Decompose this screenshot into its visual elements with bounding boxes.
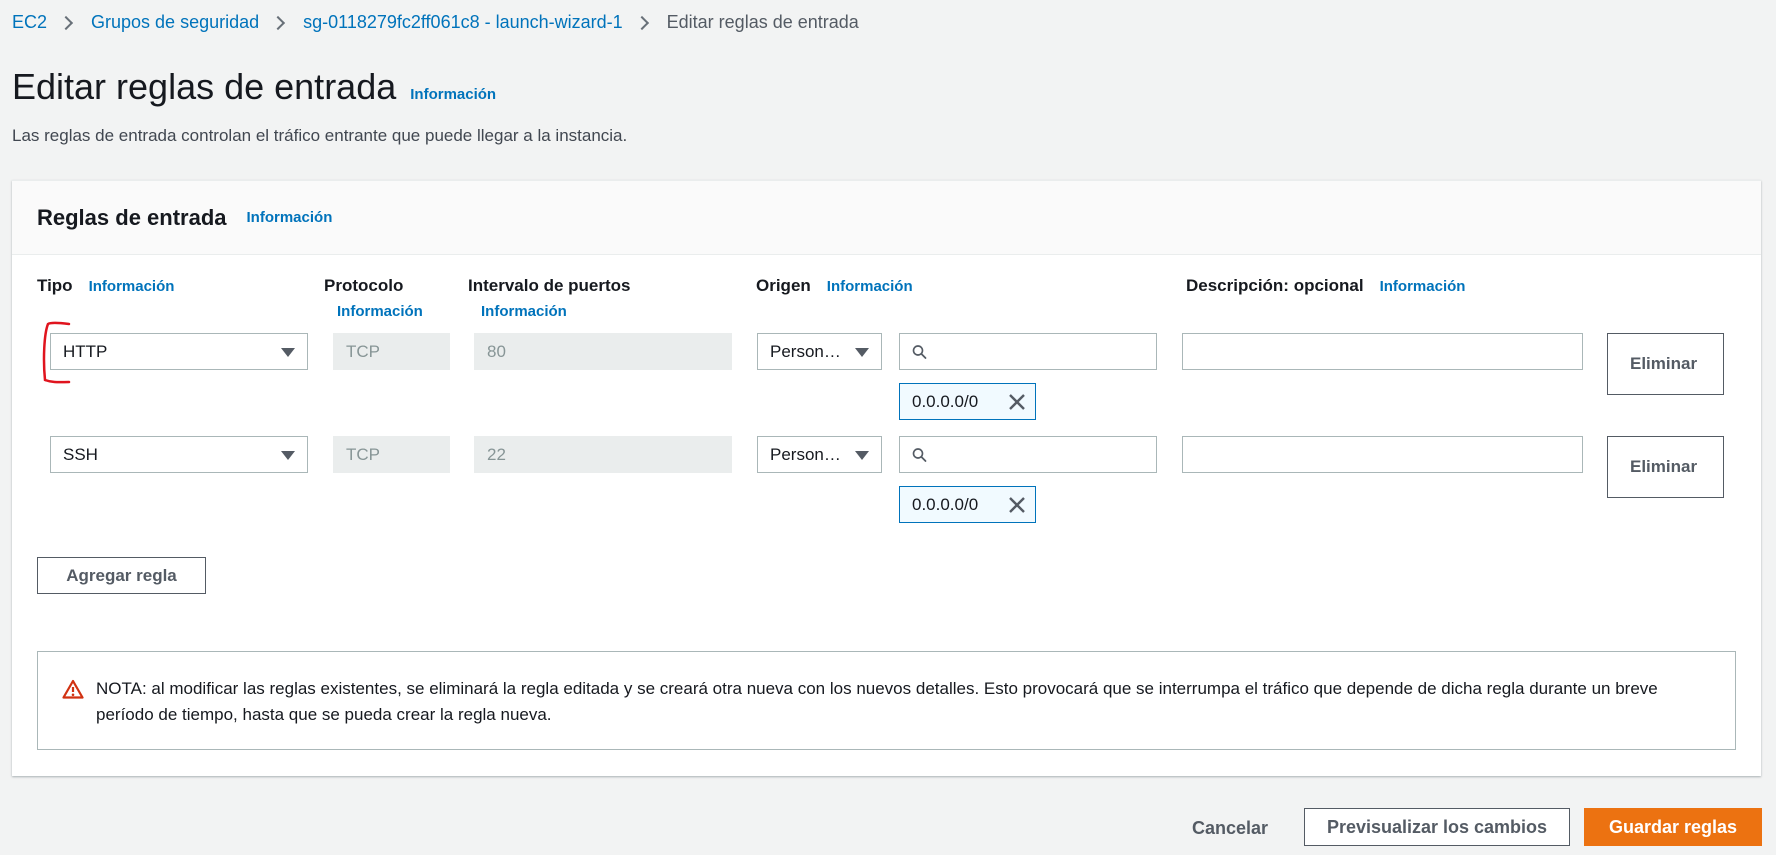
warning-note: NOTA: al modificar las reglas existentes… [37,651,1736,750]
chevron-right-icon [58,15,74,30]
column-descripcion-label: Descripción: opcional [1186,276,1364,295]
protocolo-info-link[interactable]: Información [337,303,423,320]
column-tipo-label: Tipo [37,276,73,295]
rule-description-field[interactable] [1182,436,1583,473]
column-origen-label: Origen [756,276,811,295]
chevron-right-icon [271,15,286,30]
preview-changes-button[interactable]: Previsualizar los cambios [1304,808,1570,846]
save-rules-button[interactable]: Guardar reglas [1584,808,1762,846]
description-input[interactable] [1183,437,1582,472]
cancel-button[interactable]: Cancelar [1192,818,1268,839]
rule-cidr-search[interactable] [899,333,1157,370]
rule-protocol-field: TCP [333,333,450,370]
tipo-info-link[interactable]: Información [89,278,175,295]
page-info-link[interactable]: Información [410,86,496,103]
warning-icon [62,679,84,699]
rule-port-field: 80 [474,333,732,370]
page-title: Editar reglas de entrada [12,66,397,107]
rule-protocol-field: TCP [333,436,450,473]
intervalo-info-link[interactable]: Información [481,303,567,320]
inbound-rules-panel: Reglas de entrada Información Tipo Inform… [12,180,1761,776]
cidr-token: 0.0.0.0/0 [899,486,1036,523]
panel-header: Reglas de entrada Información [12,181,1761,255]
cidr-search-input[interactable] [935,341,1156,362]
search-icon [912,447,927,462]
breadcrumb-current: Editar reglas de entrada [666,12,859,32]
breadcrumb-security-group[interactable]: sg-0118279fc2ff061c8 - launch-wizard-1 [303,12,623,33]
column-origen: Origen Información [756,276,913,296]
column-intervalo-label: Intervalo de puertos [468,276,631,295]
panel-title: Reglas de entrada [37,204,227,230]
cidr-token: 0.0.0.0/0 [899,383,1036,420]
column-intervalo: Intervalo de puertos [468,276,630,296]
breadcrumb: EC2 Grupos de seguridad sg-0118279fc2ff0… [12,12,859,33]
description-input[interactable] [1183,334,1582,369]
page-header: Editar reglas de entrada Información [12,66,496,108]
rule-cidr-search[interactable] [899,436,1157,473]
breadcrumb-security-groups[interactable]: Grupos de seguridad [91,12,259,33]
cidr-search-input[interactable] [935,444,1156,465]
page-description: Las reglas de entrada controlan el tráfi… [12,126,628,145]
breadcrumb-ec2[interactable]: EC2 [12,12,47,33]
rule-source-select[interactable]: Person… [757,333,882,370]
rule-type-select[interactable]: SSH [50,436,308,473]
column-tipo: Tipo Información [37,276,174,296]
rule-type-select[interactable]: HTTP [50,333,308,370]
caret-down-icon [855,451,869,460]
column-descripcion: Descripción: opcional Información [1186,276,1465,296]
column-protocolo-label: Protocolo [324,276,404,295]
rule-source-value: Person… [770,341,841,361]
cidr-token-value: 0.0.0.0/0 [912,391,979,411]
remove-rule-button[interactable]: Eliminar [1607,436,1724,498]
origen-info-link[interactable]: Información [827,278,913,295]
rule-type-value: SSH [63,444,98,464]
caret-down-icon [281,348,295,357]
column-protocolo: Protocolo [324,276,403,296]
rule-source-select[interactable]: Person… [757,436,882,473]
descripcion-info-link[interactable]: Información [1380,278,1466,295]
caret-down-icon [281,451,295,460]
search-icon [912,344,927,359]
rule-port-field: 22 [474,436,732,473]
add-rule-button[interactable]: Agregar regla [37,557,206,594]
rule-source-value: Person… [770,444,841,464]
close-icon[interactable] [1007,495,1027,515]
caret-down-icon [855,348,869,357]
panel-info-link[interactable]: Información [247,209,333,226]
close-icon[interactable] [1007,392,1027,412]
chevron-right-icon [634,15,649,30]
annotation-bracket-icon [42,321,71,384]
rule-description-field[interactable] [1182,333,1583,370]
cidr-token-value: 0.0.0.0/0 [912,494,979,514]
warning-note-text: NOTA: al modificar las reglas existentes… [96,679,1658,724]
remove-rule-button[interactable]: Eliminar [1607,333,1724,395]
